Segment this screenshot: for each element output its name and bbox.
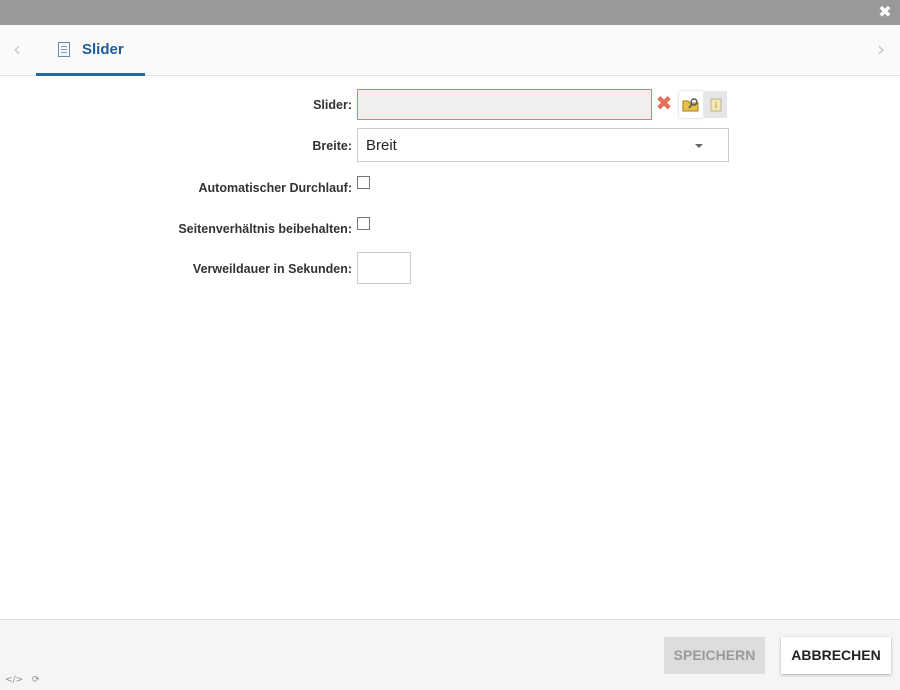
aspect-ratio-label: Seitenverhältnis beibehalten: [178,222,352,236]
duration-input[interactable] [357,252,411,284]
dialog-titlebar: ✖ [0,0,900,25]
slider-field[interactable] [357,89,652,120]
aspect-ratio-checkbox[interactable] [357,217,370,230]
delete-icon[interactable]: ✖ [655,93,673,113]
info-icon[interactable]: i [704,91,727,118]
duration-label: Verweildauer in Sekunden: [192,262,352,276]
dialog-footer: SPEICHERN ABBRECHEN </> ⟳ [0,619,900,690]
tab-label: Slider [82,41,124,58]
caret-down-icon [695,144,703,148]
browse-folder-icon[interactable] [679,91,703,118]
autoplay-checkbox[interactable] [357,176,370,189]
width-select[interactable]: Breit [357,128,729,162]
width-select-value: Breit [366,137,397,154]
refresh-icon[interactable]: ⟳ [32,675,40,685]
document-icon [58,42,70,57]
autoplay-label: Automatischer Durchlauf: [198,181,353,195]
close-icon[interactable]: ✖ [878,4,892,20]
cancel-button[interactable]: ABBRECHEN [781,637,891,674]
slider-label: Slider: [313,98,352,112]
save-button[interactable]: SPEICHERN [664,637,765,674]
tab-slider[interactable]: Slider [36,25,145,76]
chevron-right-icon[interactable]: › [874,39,888,59]
svg-text:i: i [715,101,717,110]
chevron-left-icon[interactable]: ‹ [10,39,24,59]
tab-bar: ‹ Slider › [0,25,900,76]
code-view-icon[interactable]: </> [5,675,23,685]
width-label: Breite: [312,139,352,153]
